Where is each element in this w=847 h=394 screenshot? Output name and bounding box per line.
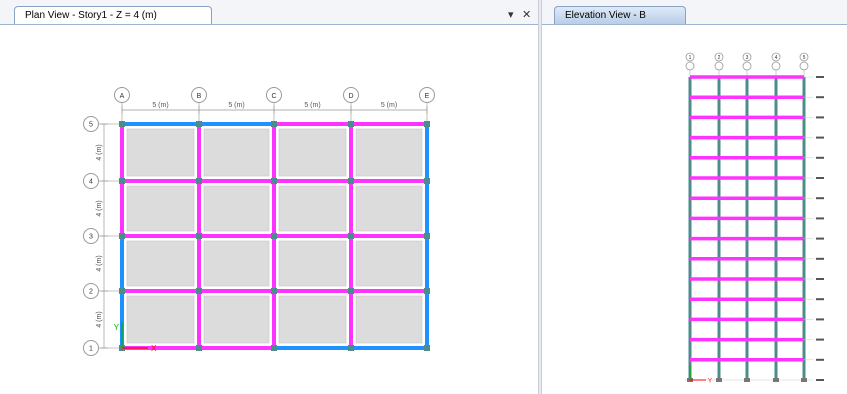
elev-grid-bubble-lower[interactable] <box>685 61 695 71</box>
column-node[interactable] <box>348 288 354 294</box>
grid-bubble-y-label: 5 <box>89 122 93 129</box>
column-node[interactable] <box>196 288 202 294</box>
slab-panel[interactable] <box>203 185 270 232</box>
elev-grid-bubble-lower[interactable] <box>799 61 809 71</box>
grid-bubble-y-label: 4 <box>89 179 93 186</box>
story-marker <box>816 116 824 119</box>
elev-support <box>773 378 779 382</box>
column-node[interactable] <box>424 233 430 239</box>
story-marker-base <box>816 379 824 381</box>
span-x-label: 5 (m) <box>304 102 320 109</box>
axis-x-label: X <box>151 344 157 353</box>
story-marker <box>816 298 824 301</box>
grid-bubble-x-label: C <box>271 93 276 100</box>
span-y-label: 4 (m) <box>96 200 103 216</box>
slab-panel[interactable] <box>126 128 195 177</box>
span-y-label: 4 (m) <box>96 311 103 327</box>
slab-panel[interactable] <box>355 185 423 232</box>
elev-support <box>744 378 750 382</box>
slab-panel[interactable] <box>278 128 347 177</box>
elev-support <box>716 378 722 382</box>
column-node[interactable] <box>348 233 354 239</box>
story-marker <box>816 237 824 240</box>
column-node[interactable] <box>271 178 277 184</box>
grid-bubble-x-label: A <box>120 93 125 100</box>
column-node[interactable] <box>348 178 354 184</box>
elev-grid-bubble-lower[interactable] <box>742 61 752 71</box>
story-marker <box>816 197 824 200</box>
slab-panel[interactable] <box>278 185 347 232</box>
column-node[interactable] <box>119 233 125 239</box>
slab-panel[interactable] <box>355 128 423 177</box>
column-node[interactable] <box>271 233 277 239</box>
column-node[interactable] <box>348 345 354 351</box>
slab-panel[interactable] <box>126 295 195 344</box>
story-marker <box>816 76 824 78</box>
story-marker <box>816 177 824 179</box>
story-marker <box>816 136 824 139</box>
span-y-label: 4 (m) <box>96 255 103 271</box>
column-node[interactable] <box>424 121 430 127</box>
column-node[interactable] <box>119 288 125 294</box>
span-x-label: 5 (m) <box>152 102 168 109</box>
story-marker <box>816 257 824 260</box>
grid-bubble-y-label: 1 <box>89 346 93 353</box>
plan-drawing-canvas[interactable]: A B C D E 5 4 3 2 1 5 (m) 5 (m) 5 (m) 5 (m) 4 (m) 4 (… <box>0 0 538 394</box>
column-node[interactable] <box>271 345 277 351</box>
plan-view-pane[interactable]: Plan View - Story1 - Z = 4 (m) ▾ ✕ ABCDE… <box>0 0 538 394</box>
story-marker <box>816 96 824 99</box>
elev-grid-bubble-label: 2 <box>718 55 721 61</box>
grid-bubble-x-label: E <box>425 93 430 100</box>
column-node[interactable] <box>119 121 125 127</box>
column-node[interactable] <box>196 178 202 184</box>
column-node[interactable] <box>119 178 125 184</box>
story-marker <box>816 156 824 159</box>
story-marker <box>816 338 824 341</box>
slab-panel[interactable] <box>203 128 270 177</box>
slab-panel[interactable] <box>203 295 270 344</box>
elev-grid-bubble-lower[interactable] <box>771 61 781 71</box>
column-node[interactable] <box>424 178 430 184</box>
column-node[interactable] <box>271 288 277 294</box>
elevation-drawing-canvas[interactable]: 1 2 3 4 5 Y <box>542 0 847 394</box>
column-node[interactable] <box>196 345 202 351</box>
column-node[interactable] <box>196 233 202 239</box>
elev-grid-bubble-label: 5 <box>803 55 806 61</box>
grid-bubble-x-label: B <box>197 93 202 100</box>
axis-y-label: Y <box>114 323 120 332</box>
column-node[interactable] <box>196 121 202 127</box>
slab-panel[interactable] <box>355 295 423 344</box>
story-marker <box>816 358 824 361</box>
span-x-label: 5 (m) <box>381 102 397 109</box>
slab-panel[interactable] <box>278 295 347 344</box>
slab-panel[interactable] <box>355 240 423 287</box>
grid-bubble-x-label: D <box>348 93 353 100</box>
elev-grid-bubble-label: 3 <box>746 55 749 61</box>
story-marker <box>816 217 824 220</box>
elev-axis-label: Y <box>708 379 712 385</box>
grid-bubble-y-label: 2 <box>89 289 93 296</box>
slab-panel[interactable] <box>126 240 195 287</box>
column-node[interactable] <box>424 288 430 294</box>
column-node[interactable] <box>271 121 277 127</box>
slab-panel[interactable] <box>126 185 195 232</box>
elev-grid-bubble-lower[interactable] <box>714 61 724 71</box>
column-node[interactable] <box>348 121 354 127</box>
column-node[interactable] <box>424 345 430 351</box>
elev-support <box>801 378 807 382</box>
elev-grid-bubble-label: 1 <box>689 55 692 61</box>
slab-panel[interactable] <box>278 240 347 287</box>
span-x-label: 5 (m) <box>228 102 244 109</box>
elev-grid-bubble-label: 4 <box>775 55 778 61</box>
story-marker <box>816 278 824 280</box>
story-marker <box>816 318 824 321</box>
elevation-view-pane[interactable]: Elevation View - B 12345Y <box>542 0 847 394</box>
slab-panel[interactable] <box>203 240 270 287</box>
span-y-label: 4 (m) <box>96 144 103 160</box>
grid-bubble-y-label: 3 <box>89 234 93 241</box>
